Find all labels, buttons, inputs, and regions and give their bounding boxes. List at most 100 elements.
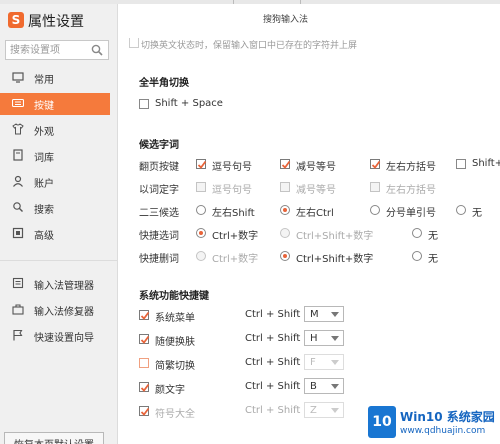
checkbox-word-bracket[interactable] xyxy=(370,182,380,192)
row-label: 二三候选 xyxy=(139,208,179,219)
radio-delete-ctrl[interactable] xyxy=(196,251,206,261)
dropdown-arrow-icon xyxy=(331,312,339,317)
key-value: B xyxy=(310,381,317,392)
key-value: H xyxy=(310,333,318,344)
option-label: 减号等号 xyxy=(296,162,336,173)
option-label: Ctrl+数字 xyxy=(212,231,259,242)
check-icon xyxy=(281,160,291,169)
option-label: 左右Shift xyxy=(212,208,255,219)
option-label: Shift+ xyxy=(472,158,500,169)
shortcut-label: 符号大全 xyxy=(155,409,195,420)
sidebar-item-lexicon[interactable]: 词库 xyxy=(0,145,110,167)
sidebar-item-search[interactable]: 搜索 xyxy=(0,197,110,219)
check-icon xyxy=(197,160,207,169)
key-select-simp-trad[interactable]: F xyxy=(304,354,344,370)
option-label: Ctrl+数字 xyxy=(212,254,259,265)
check-icon xyxy=(140,311,150,320)
window-title: 搜狗输入法 xyxy=(263,15,309,25)
radio-second-shift[interactable] xyxy=(196,205,206,215)
radio-delete-ctrl-shift[interactable] xyxy=(280,251,290,261)
row-label: 以词定字 xyxy=(139,185,179,196)
tool-label: 快速设置向导 xyxy=(34,333,94,344)
sidebar-item-appearance[interactable]: 外观 xyxy=(0,119,110,141)
check-icon xyxy=(140,383,150,392)
key-value: Z xyxy=(310,405,317,416)
checkbox-symbols[interactable] xyxy=(139,406,150,416)
checkbox-word-minus[interactable] xyxy=(280,182,290,192)
option-label: 无 xyxy=(428,254,438,265)
checkbox-word-comma[interactable] xyxy=(196,182,206,192)
tool-setup-wizard[interactable]: 快速设置向导 xyxy=(0,325,110,347)
checkbox-simp-trad[interactable] xyxy=(139,358,149,368)
flag-icon xyxy=(13,329,23,341)
section-shortcuts-title: 系统功能快捷键 xyxy=(139,291,209,302)
checkbox-random-skin[interactable] xyxy=(139,334,150,344)
magnifier-icon xyxy=(13,202,23,212)
checkbox-page-minus[interactable] xyxy=(280,159,291,169)
sidebar-item-account[interactable]: 账户 xyxy=(0,171,110,193)
option-label: 减号等号 xyxy=(296,185,336,196)
search-icon[interactable] xyxy=(91,44,103,56)
radio-delete-none[interactable] xyxy=(412,251,422,261)
radio-dot xyxy=(199,231,203,235)
watermark: 10 Win10 系统家园 www.qdhuajin.com xyxy=(368,402,500,444)
sidebar-item-label: 常用 xyxy=(34,75,54,86)
radio-second-semicolon[interactable] xyxy=(370,205,380,215)
radio-second-none[interactable] xyxy=(456,205,466,215)
watermark-url: www.qdhuajin.com xyxy=(400,426,486,436)
key-select-system-menu[interactable]: M xyxy=(304,306,344,322)
shortcut-prefix: Ctrl + Shift + xyxy=(245,405,312,416)
dropdown-arrow-icon xyxy=(331,384,339,389)
shortcut-prefix: Ctrl + Shift + xyxy=(245,309,312,320)
radio-second-ctrl[interactable] xyxy=(280,205,290,215)
sidebar-divider xyxy=(0,260,117,261)
checkbox-page-comma[interactable] xyxy=(196,159,207,169)
sidebar-item-label: 外观 xyxy=(34,127,54,138)
watermark-title: Win10 系统家园 xyxy=(400,410,495,424)
key-select-symbols[interactable]: Z xyxy=(304,402,344,418)
radio-dot xyxy=(283,208,287,212)
section-candidates-title: 候选字词 xyxy=(139,140,179,151)
key-select-random-skin[interactable]: H xyxy=(304,330,344,346)
sidebar-item-label: 按键 xyxy=(34,101,54,112)
tool-label: 输入法管理器 xyxy=(34,281,94,292)
sidebar-item-advanced[interactable]: 高级 xyxy=(0,223,110,245)
search-input[interactable] xyxy=(6,41,86,59)
app-title: 属性设置 xyxy=(28,14,84,30)
checkbox-shift-space[interactable] xyxy=(139,99,149,109)
check-icon xyxy=(140,407,150,416)
checkbox-emoticon[interactable] xyxy=(139,382,150,392)
checkbox-page-shift[interactable] xyxy=(456,159,466,169)
tool-ime-manager[interactable]: 输入法管理器 xyxy=(0,273,110,295)
radio-dot xyxy=(283,254,287,258)
toolbox-icon xyxy=(12,304,24,315)
option-label: 无 xyxy=(472,208,482,219)
check-icon xyxy=(371,160,381,169)
sidebar-item-keys[interactable]: 按键 xyxy=(0,93,110,115)
dropdown-arrow-icon xyxy=(331,408,339,413)
radio-select-none[interactable] xyxy=(412,228,422,238)
restore-defaults-button[interactable]: 恢复本页默认设置 xyxy=(4,432,104,444)
option-label: Shift + Space xyxy=(155,98,223,109)
sidebar: S 属性设置 常用 按键 外观 词库 账户 搜索 高级 输入法管理器 xyxy=(0,4,118,444)
radio-select-ctrl-shift[interactable] xyxy=(280,228,290,238)
sidebar-item-common[interactable]: 常用 xyxy=(0,67,110,89)
section-fullhalf-title: 全半角切换 xyxy=(139,78,189,89)
option-label: 逗号句号 xyxy=(212,185,252,196)
advanced-icon xyxy=(12,227,24,239)
shortcut-label: 简繁切换 xyxy=(155,361,195,372)
checkbox-page-bracket[interactable] xyxy=(370,159,381,169)
shortcut-prefix: Ctrl + Shift + xyxy=(245,381,312,392)
check-icon xyxy=(140,335,150,344)
shortcut-prefix: Ctrl + Shift + xyxy=(245,333,312,344)
key-select-emoticon[interactable]: B xyxy=(304,378,344,394)
win10-logo-icon: 10 xyxy=(368,406,396,438)
option-label: 无 xyxy=(428,231,438,242)
option-label: 逗号句号 xyxy=(212,162,252,173)
tool-ime-repair[interactable]: 输入法修复器 xyxy=(0,299,110,321)
checkbox-system-menu[interactable] xyxy=(139,310,150,320)
checkbox-cut[interactable] xyxy=(129,38,139,48)
shortcut-label: 颜文字 xyxy=(155,385,185,396)
radio-select-ctrl[interactable] xyxy=(196,228,206,238)
key-value: M xyxy=(310,309,319,320)
